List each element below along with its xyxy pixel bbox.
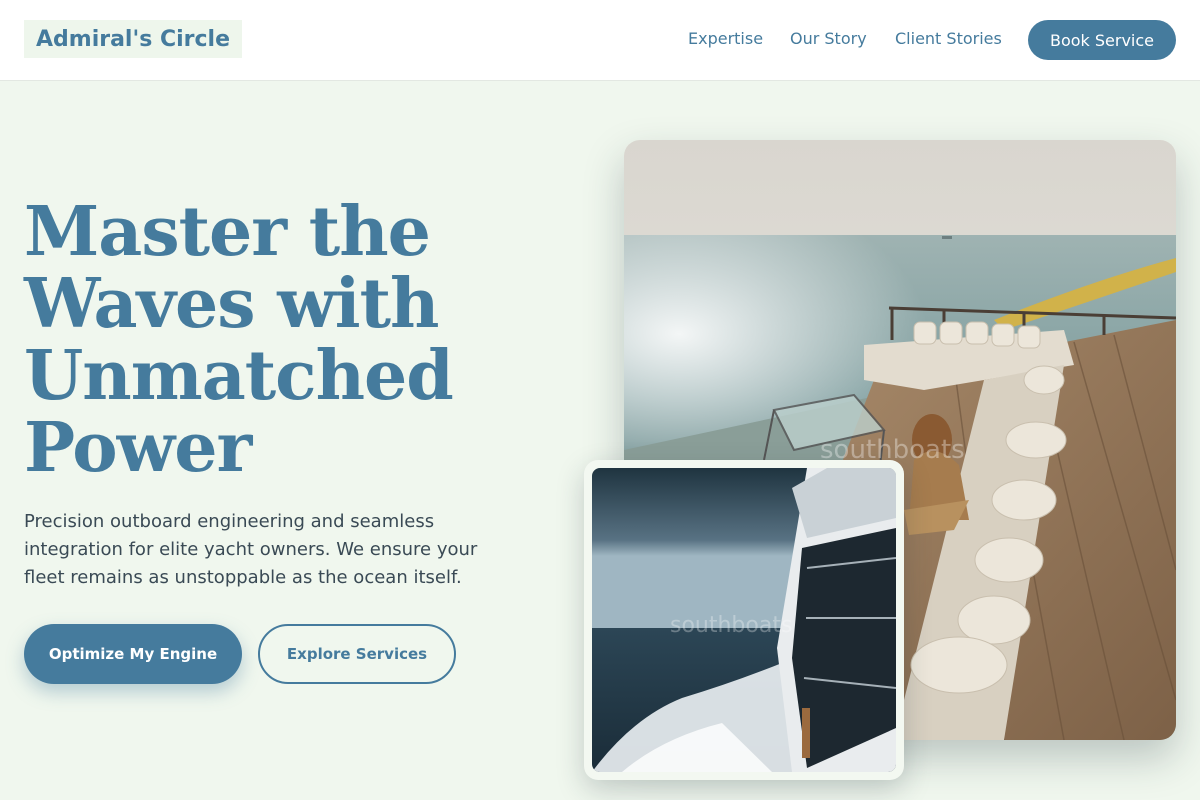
hero-title-line: Master the xyxy=(24,192,431,272)
secondary-image-watermark: southboats xyxy=(670,613,792,638)
explore-services-button[interactable]: Explore Services xyxy=(258,624,456,684)
hero-title-line: Unmatched xyxy=(24,336,454,416)
hero-title: Master the Waves with Unmatched Power xyxy=(24,196,484,484)
hero-image-yacht-hull: southboats xyxy=(592,468,896,772)
book-service-button[interactable]: Book Service xyxy=(1028,20,1176,60)
hero-title-line: Waves with xyxy=(24,264,439,344)
site-header: Admiral's Circle Expertise Our Story Cli… xyxy=(0,0,1200,81)
optimize-engine-button[interactable]: Optimize My Engine xyxy=(24,624,242,684)
nav-link-our-story[interactable]: Our Story xyxy=(790,29,867,48)
hero-image-secondary-frame: southboats xyxy=(584,460,904,780)
nav-link-expertise[interactable]: Expertise xyxy=(688,29,763,48)
nav-link-client-stories[interactable]: Client Stories xyxy=(895,29,1002,48)
hero-description: Precision outboard engineering and seaml… xyxy=(24,511,478,588)
hero-title-line: Power xyxy=(24,408,252,488)
logo[interactable]: Admiral's Circle xyxy=(24,20,243,58)
